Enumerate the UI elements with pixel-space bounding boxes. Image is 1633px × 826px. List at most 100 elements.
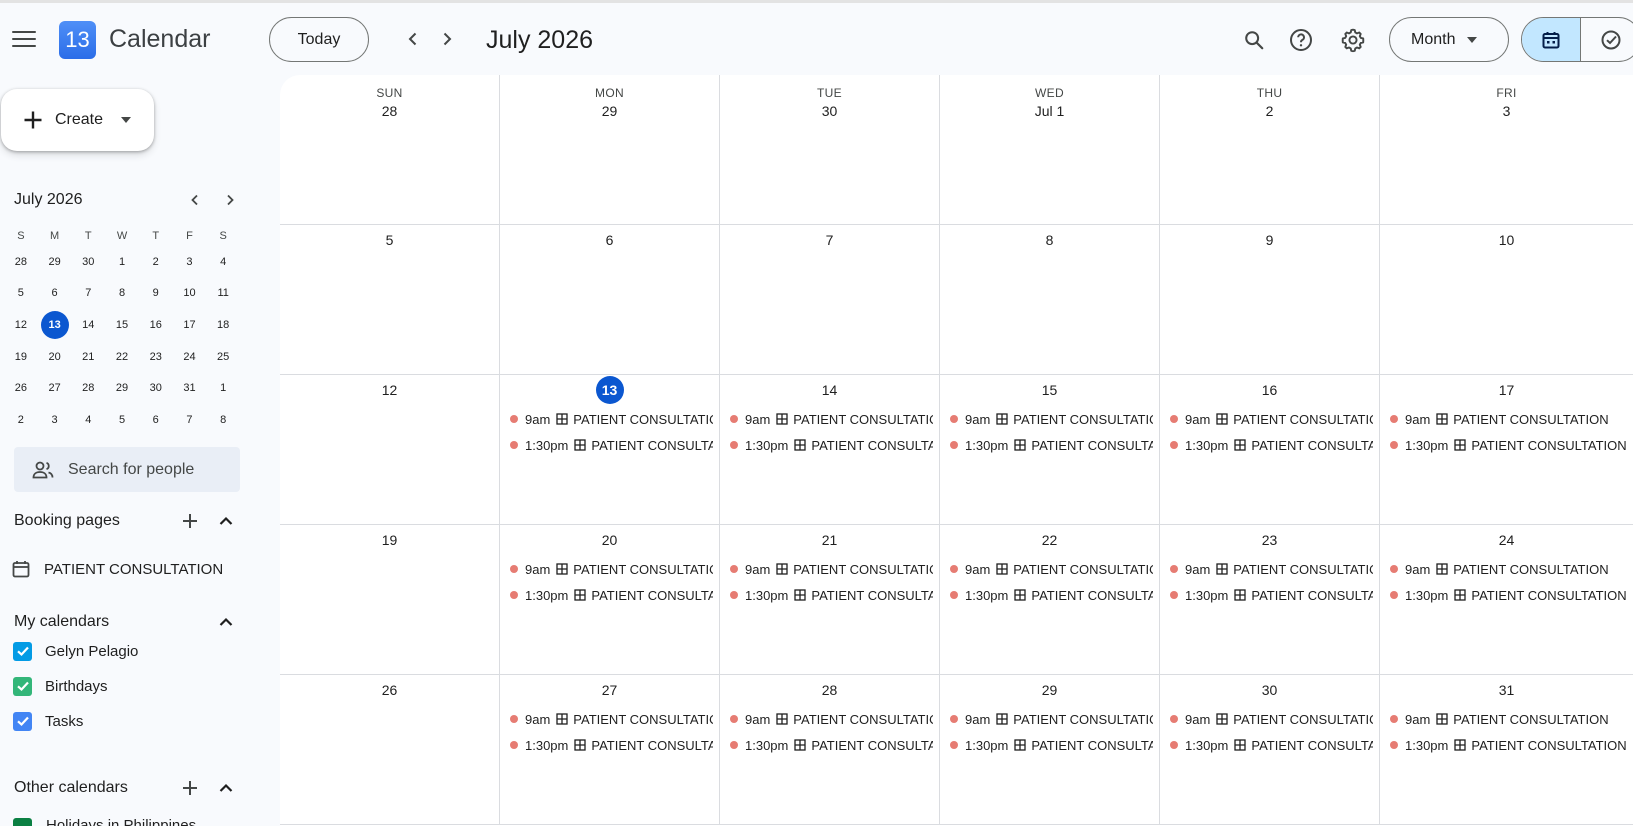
day-number[interactable]: 29 bbox=[500, 103, 719, 119]
day-cell[interactable]: 239amPATIENT CONSULTATION1:30pmPATIENT C… bbox=[1160, 525, 1380, 674]
create-button[interactable]: Create bbox=[1, 89, 154, 151]
settings-button[interactable] bbox=[1337, 24, 1369, 56]
day-cell[interactable]: THU 2 bbox=[1160, 75, 1380, 224]
event-chip[interactable]: 1:30pm PATIENT CONSULTATION bbox=[948, 734, 1153, 756]
event-chip[interactable]: 9am PATIENT CONSULTATION bbox=[1388, 558, 1627, 580]
day-cell[interactable]: 26 bbox=[280, 675, 500, 824]
event-chip[interactable]: 1:30pm PATIENT CONSULTATION bbox=[508, 734, 713, 756]
mini-day[interactable]: 21 bbox=[71, 351, 105, 363]
event-chip[interactable]: 1:30pm PATIENT CONSULTATION bbox=[1168, 434, 1373, 456]
mini-day[interactable]: 2 bbox=[4, 414, 38, 426]
event-chip[interactable]: 1:30pm PATIENT CONSULTATION bbox=[1168, 734, 1373, 756]
day-cell[interactable]: WED Jul 1 bbox=[940, 75, 1160, 224]
day-cell[interactable]: 279amPATIENT CONSULTATION1:30pmPATIENT C… bbox=[500, 675, 720, 824]
mini-day[interactable]: 24 bbox=[173, 351, 207, 363]
mini-day[interactable]: 31 bbox=[173, 382, 207, 394]
mini-day[interactable]: 9 bbox=[139, 287, 173, 299]
day-number[interactable]: 14 bbox=[720, 382, 939, 398]
calendar-item[interactable]: Tasks bbox=[13, 709, 240, 733]
mini-day[interactable]: 30 bbox=[71, 256, 105, 268]
mini-day[interactable]: 25 bbox=[206, 351, 240, 363]
search-button[interactable] bbox=[1238, 24, 1270, 56]
day-cell[interactable]: 31 9am PATIENT CONSULTATION 1:30pm PATIENT C… bbox=[1380, 675, 1633, 824]
tasks-view-toggle[interactable] bbox=[1581, 18, 1633, 61]
day-number[interactable]: 5 bbox=[280, 232, 499, 248]
collapse-other-calendars-button[interactable] bbox=[214, 776, 238, 800]
day-cell[interactable]: 299amPATIENT CONSULTATION1:30pmPATIENT C… bbox=[940, 675, 1160, 824]
mini-day[interactable]: 30 bbox=[139, 382, 173, 394]
day-cell[interactable]: 12 bbox=[280, 375, 500, 524]
mini-day[interactable]: 1 bbox=[206, 382, 240, 394]
day-cell[interactable]: 8 bbox=[940, 225, 1160, 374]
event-chip[interactable]: 9am PATIENT CONSULTATION bbox=[728, 558, 933, 580]
day-cell[interactable]: 9 bbox=[1160, 225, 1380, 374]
day-number[interactable]: 8 bbox=[940, 232, 1159, 248]
calendar-view-toggle[interactable] bbox=[1522, 18, 1582, 61]
day-number[interactable]: 7 bbox=[720, 232, 939, 248]
mini-day[interactable]: 17 bbox=[173, 319, 207, 331]
app-title[interactable]: Calendar bbox=[109, 25, 210, 54]
day-number[interactable]: Jul 1 bbox=[940, 103, 1159, 119]
day-cell[interactable]: 19 bbox=[280, 525, 500, 674]
day-cell[interactable]: 17 9am PATIENT CONSULTATION 1:30pm PATIENT C… bbox=[1380, 375, 1633, 524]
day-cell[interactable]: 159amPATIENT CONSULTATION1:30pmPATIENT C… bbox=[940, 375, 1160, 524]
help-button[interactable] bbox=[1285, 24, 1317, 56]
mini-day[interactable]: 19 bbox=[4, 351, 38, 363]
mini-prev-month-button[interactable] bbox=[186, 191, 204, 209]
day-cell[interactable]: 289amPATIENT CONSULTATION1:30pmPATIENT C… bbox=[720, 675, 940, 824]
mini-day[interactable]: 28 bbox=[4, 256, 38, 268]
mini-day[interactable]: 5 bbox=[105, 414, 139, 426]
day-cell[interactable]: SUN 28 bbox=[280, 75, 500, 224]
mini-day[interactable]: 22 bbox=[105, 351, 139, 363]
day-number[interactable]: 28 bbox=[280, 103, 499, 119]
main-menu-button[interactable] bbox=[10, 25, 38, 53]
collapse-my-calendars-button[interactable] bbox=[214, 610, 238, 634]
day-number[interactable]: 29 bbox=[940, 682, 1159, 698]
event-chip[interactable]: 9am PATIENT CONSULTATION bbox=[948, 558, 1153, 580]
event-chip[interactable]: 1:30pm PATIENT CONSULTATION bbox=[1388, 584, 1627, 606]
day-cell[interactable]: 229amPATIENT CONSULTATION1:30pmPATIENT C… bbox=[940, 525, 1160, 674]
day-number[interactable]: 31 bbox=[1380, 682, 1633, 698]
mini-day[interactable]: 8 bbox=[206, 414, 240, 426]
day-number[interactable]: 15 bbox=[940, 382, 1159, 398]
day-number[interactable]: 2 bbox=[1160, 103, 1379, 119]
event-chip[interactable]: 1:30pm PATIENT CONSULTATION bbox=[508, 584, 713, 606]
mini-day[interactable]: 10 bbox=[173, 287, 207, 299]
day-number[interactable]: 16 bbox=[1160, 382, 1379, 398]
day-cell[interactable]: 209amPATIENT CONSULTATION1:30pmPATIENT C… bbox=[500, 525, 720, 674]
day-cell[interactable]: 16 9amPATIENT CONSULTATION 1:30pmPATIENT C… bbox=[1160, 375, 1380, 524]
booking-page-item[interactable]: PATIENT CONSULTATION bbox=[12, 557, 240, 581]
mini-day[interactable]: 4 bbox=[206, 256, 240, 268]
day-cell[interactable]: 7 bbox=[720, 225, 940, 374]
collapse-booking-pages-button[interactable] bbox=[214, 509, 238, 533]
mini-day[interactable]: 6 bbox=[139, 414, 173, 426]
mini-day[interactable]: 29 bbox=[38, 256, 72, 268]
day-number[interactable]: 17 bbox=[1380, 382, 1633, 398]
event-chip[interactable]: 9am PATIENT CONSULTATION bbox=[1168, 408, 1373, 430]
mini-day[interactable]: 13 bbox=[38, 310, 72, 339]
mini-day[interactable]: 5 bbox=[4, 287, 38, 299]
day-cell[interactable]: 5 bbox=[280, 225, 500, 374]
mini-day[interactable]: 20 bbox=[38, 351, 72, 363]
event-chip[interactable]: 1:30pm PATIENT CONSULTATION bbox=[508, 434, 713, 456]
search-people-input[interactable]: Search for people bbox=[14, 447, 240, 492]
mini-day[interactable]: 6 bbox=[38, 287, 72, 299]
day-number[interactable]: 26 bbox=[280, 682, 499, 698]
mini-day[interactable]: 26 bbox=[4, 382, 38, 394]
event-chip[interactable]: 9am PATIENT CONSULTATION bbox=[1168, 708, 1373, 730]
next-month-button[interactable] bbox=[435, 27, 459, 51]
event-chip[interactable]: 9am PATIENT CONSULTATION bbox=[508, 708, 713, 730]
day-number[interactable]: 20 bbox=[500, 532, 719, 548]
day-number[interactable]: 19 bbox=[280, 532, 499, 548]
mini-day[interactable]: 8 bbox=[105, 287, 139, 299]
calendar-logo-icon[interactable]: 13 bbox=[59, 21, 96, 59]
day-number-today[interactable]: 13 bbox=[500, 376, 719, 404]
previous-month-button[interactable] bbox=[401, 27, 425, 51]
other-calendar-checkbox[interactable] bbox=[13, 818, 32, 826]
mini-day[interactable]: 28 bbox=[71, 382, 105, 394]
mini-day[interactable]: 16 bbox=[139, 319, 173, 331]
mini-day[interactable]: 18 bbox=[206, 319, 240, 331]
other-calendar-label[interactable]: Holidays in Philippines bbox=[46, 818, 196, 826]
day-number[interactable]: 24 bbox=[1380, 532, 1633, 548]
day-cell[interactable]: 6 bbox=[500, 225, 720, 374]
